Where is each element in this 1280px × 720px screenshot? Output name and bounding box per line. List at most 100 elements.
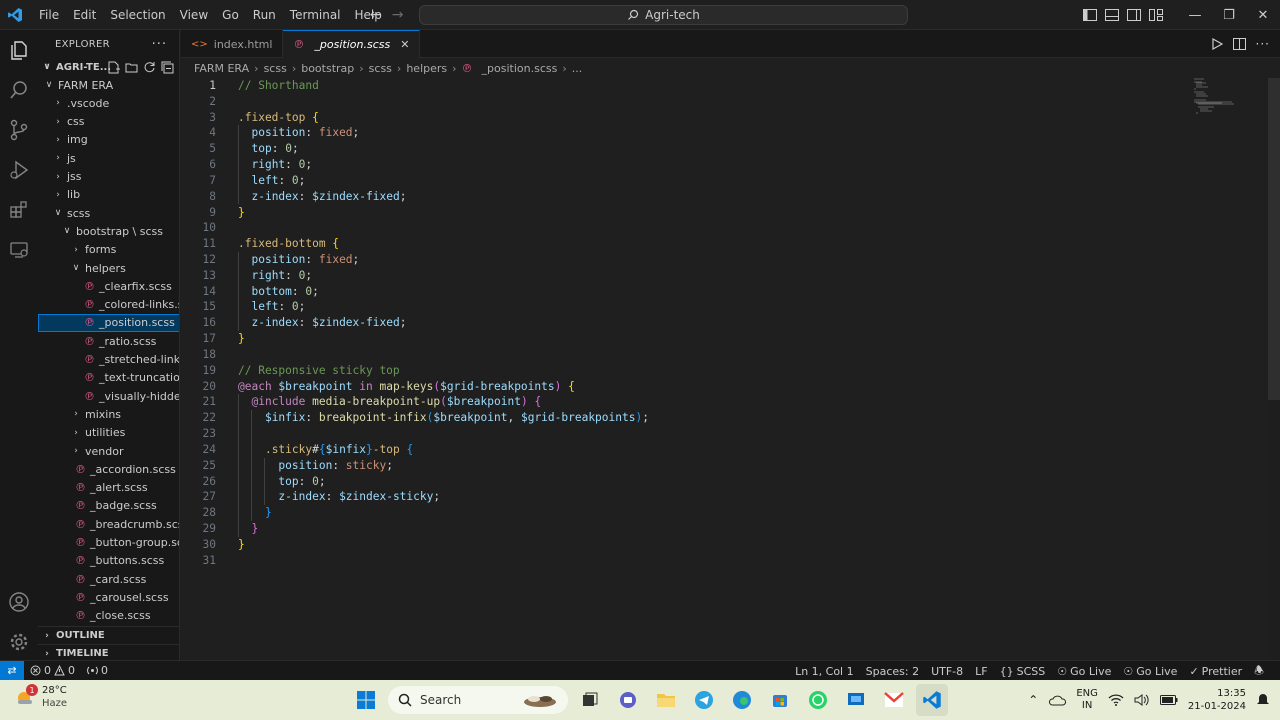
close-window-icon[interactable]: ✕ [1246,0,1280,30]
account-icon[interactable] [7,590,31,614]
go-live-button[interactable]: ☉ Go Live [1117,665,1183,678]
file-explorer-icon[interactable] [650,684,682,716]
go-live-button[interactable]: ☉ Go Live [1051,665,1117,678]
explorer-icon[interactable] [7,38,31,62]
search-sidebar-icon[interactable] [7,78,31,102]
remote-indicator-icon[interactable]: ⇄ [0,660,24,681]
tree-file-item[interactable]: ℗ _ratio.scss [38,332,179,350]
encoding[interactable]: UTF-8 [925,665,969,678]
end-of-line[interactable]: LF [969,665,993,678]
tree-folder-item[interactable]: › .vscode [38,94,179,112]
minimap[interactable] [1192,78,1262,118]
prettier-status[interactable]: ✓ Prettier [1183,665,1248,678]
maximize-icon[interactable]: ❐ [1212,0,1246,30]
close-tab-icon[interactable]: ✕ [400,38,409,51]
toggle-primary-sidebar-icon[interactable] [1082,7,1098,23]
source-control-icon[interactable] [7,118,31,142]
weather-widget[interactable]: 1 28°C Haze [14,684,67,710]
battery-icon[interactable] [1159,695,1178,705]
refresh-icon[interactable] [143,61,156,74]
ports-indicator[interactable]: 0 [81,664,114,677]
new-folder-icon[interactable] [125,61,138,74]
command-center-search[interactable]: Agri-tech [419,5,908,25]
toggle-panel-icon[interactable] [1104,7,1120,23]
microsoft-store-icon[interactable] [764,684,796,716]
tree-folder-item[interactable]: › lib [38,186,179,204]
outline-section[interactable]: › OUTLINE [38,626,179,644]
telegram-icon[interactable] [688,684,720,716]
extensions-icon[interactable] [7,198,31,222]
tree-file-item[interactable]: ℗ _stretched-link.s... [38,351,179,369]
timeline-section[interactable]: › TIMELINE [38,644,179,660]
edge-browser-icon[interactable] [726,684,758,716]
menu-view[interactable]: View [173,0,215,30]
tree-folder-item[interactable]: ∨ helpers [38,259,179,277]
remote-explorer-icon[interactable] [7,238,31,262]
editor-more-actions-icon[interactable]: ··· [1256,37,1270,51]
tree-file-item[interactable]: ℗ _badge.scss [38,497,179,515]
menu-terminal[interactable]: Terminal [283,0,348,30]
editor-scrollbar[interactable] [1268,78,1280,400]
chat-app-icon[interactable] [612,684,644,716]
tree-file-item[interactable]: ℗ _colored-links.s... [38,296,179,314]
tree-file-item[interactable]: ℗ _buttons.scss [38,552,179,570]
tab-position-scss[interactable]: ℗ _position.scss ✕ [283,30,421,58]
split-editor-icon[interactable] [1232,38,1246,50]
collapse-all-icon[interactable] [161,61,174,74]
notification-center-icon[interactable] [1256,693,1270,707]
menu-go[interactable]: Go [215,0,246,30]
task-view-icon[interactable] [574,684,606,716]
taskbar-search[interactable]: Search [388,686,568,714]
code-editor[interactable]: 1// Shorthand 2 3 .fixed-top {4 position: f… [181,78,1268,660]
tab-index-html[interactable]: <> index.html [181,30,284,58]
back-arrow-icon[interactable]: ← [370,7,382,23]
menu-edit[interactable]: Edit [66,0,103,30]
tree-folder-item[interactable]: ∨ FARM ERA [38,76,179,94]
settings-gear-icon[interactable] [7,630,31,654]
app-icon[interactable] [840,684,872,716]
menu-selection[interactable]: Selection [103,0,172,30]
clock[interactable]: 13:35 21-01-2024 [1188,687,1246,713]
indentation[interactable]: Spaces: 2 [860,665,925,678]
tree-file-item[interactable]: ℗ _button-group.scss [38,534,179,552]
breadcrumb-item[interactable]: FARM ERA [194,62,249,75]
tree-file-item[interactable]: ℗ _text-truncation... [38,369,179,387]
new-file-icon[interactable] [107,61,120,74]
tree-folder-item[interactable]: › vendor [38,442,179,460]
tree-file-item[interactable]: ℗ _card.scss [38,570,179,588]
language-indicator[interactable]: ENG IN [1076,688,1098,712]
breadcrumb-item[interactable]: _position.scss [482,62,558,75]
workspace-root[interactable]: ∨ AGRI-TE... [38,58,179,76]
breadcrumb-item[interactable]: scss [264,62,287,75]
breadcrumb-item[interactable]: bootstrap [301,62,354,75]
tree-folder-item[interactable]: › css [38,113,179,131]
breadcrumb-item[interactable]: scss [369,62,392,75]
run-icon[interactable] [1211,38,1223,50]
tree-folder-item[interactable]: › utilities [38,424,179,442]
tree-file-item[interactable]: ℗ _accordion.scss [38,460,179,478]
breadcrumb-item[interactable]: helpers [406,62,447,75]
tree-file-item[interactable]: ℗ _visually-hidden... [38,387,179,405]
cursor-position[interactable]: Ln 1, Col 1 [789,665,860,678]
tree-folder-item[interactable]: › forms [38,241,179,259]
tree-file-item[interactable]: ℗ _close.scss [38,607,179,625]
tree-folder-item[interactable]: › img [38,131,179,149]
problems-indicator[interactable]: 0 0 [24,664,81,677]
minimize-icon[interactable]: — [1178,0,1212,30]
tree-file-item[interactable]: ℗ _carousel.scss [38,588,179,606]
onedrive-cloud-icon[interactable] [1048,694,1067,706]
toggle-secondary-sidebar-icon[interactable] [1126,7,1142,23]
menu-run[interactable]: Run [246,0,283,30]
run-debug-icon[interactable] [7,158,31,182]
forward-arrow-icon[interactable]: → [392,7,404,23]
vscode-taskbar-icon[interactable] [916,684,948,716]
tree-folder-item[interactable]: › jss [38,168,179,186]
customize-layout-icon[interactable] [1148,7,1164,23]
breadcrumb-item[interactable]: ... [572,62,583,75]
tree-file-item[interactable]: ℗ _clearfix.scss [38,277,179,295]
volume-icon[interactable] [1134,694,1150,706]
tree-file-item[interactable]: ℗ _position.scss [38,313,179,332]
tree-folder-item[interactable]: ∨ scss [38,204,179,222]
gmail-icon[interactable] [878,684,910,716]
tree-folder-item[interactable]: › js [38,149,179,167]
